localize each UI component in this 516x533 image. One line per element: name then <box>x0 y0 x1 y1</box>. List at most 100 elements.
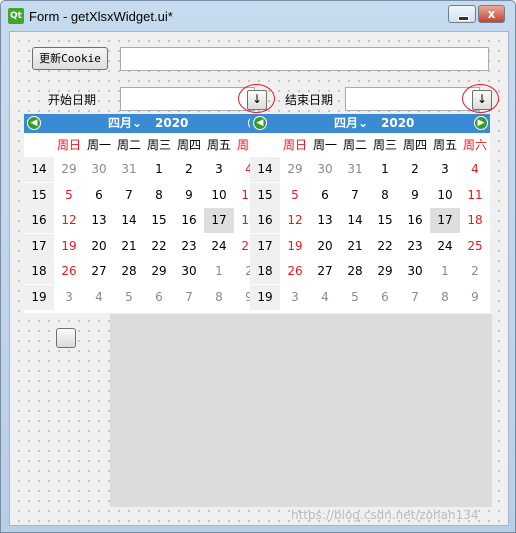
day-cell[interactable]: 29 <box>280 157 310 182</box>
day-cell[interactable]: 8 <box>144 183 174 208</box>
day-cell[interactable]: 7 <box>400 285 430 310</box>
day-cell[interactable]: 29 <box>54 157 84 182</box>
day-cell[interactable]: 9 <box>460 285 490 310</box>
day-cell[interactable]: 29 <box>144 259 174 284</box>
cookie-input[interactable] <box>120 47 489 71</box>
day-cell[interactable]: 4 <box>310 285 340 310</box>
day-cell[interactable]: 30 <box>84 157 114 182</box>
month-selector[interactable]: 四月⌄ <box>334 116 368 131</box>
day-cell[interactable]: 14 <box>340 208 370 233</box>
day-cell[interactable]: 2 <box>234 259 250 284</box>
day-cell[interactable]: 5 <box>54 183 84 208</box>
prev-month-icon[interactable]: ◀ <box>27 116 41 130</box>
day-cell[interactable]: 21 <box>340 234 370 259</box>
day-cell[interactable]: 3 <box>54 285 84 310</box>
day-cell[interactable]: 8 <box>430 285 460 310</box>
day-cell[interactable]: 1 <box>430 259 460 284</box>
day-cell[interactable]: 23 <box>400 234 430 259</box>
day-cell[interactable]: 30 <box>400 259 430 284</box>
day-cell[interactable]: 6 <box>84 183 114 208</box>
day-cell[interactable]: 2 <box>174 157 204 182</box>
day-cell[interactable]: 17 <box>430 208 460 233</box>
day-cell[interactable]: 7 <box>174 285 204 310</box>
prev-month-icon[interactable]: ◀ <box>253 116 267 130</box>
day-cell[interactable]: 22 <box>370 234 400 259</box>
day-cell[interactable]: 26 <box>280 259 310 284</box>
day-cell[interactable]: 6 <box>144 285 174 310</box>
day-cell[interactable]: 2 <box>460 259 490 284</box>
day-cell[interactable]: 12 <box>280 208 310 233</box>
start-date-input[interactable] <box>120 87 255 111</box>
day-cell[interactable]: 16 <box>400 208 430 233</box>
day-cell[interactable]: 15 <box>144 208 174 233</box>
weekday-header: 周三 <box>146 138 171 152</box>
day-cell[interactable]: 20 <box>84 234 114 259</box>
minimize-button[interactable] <box>448 5 476 23</box>
day-cell[interactable]: 9 <box>174 183 204 208</box>
day-cell[interactable]: 30 <box>174 259 204 284</box>
day-cell[interactable]: 3 <box>204 157 234 182</box>
day-cell[interactable]: 6 <box>310 183 340 208</box>
day-cell[interactable]: 3 <box>280 285 310 310</box>
day-cell[interactable]: 4 <box>460 157 490 182</box>
day-cell[interactable]: 10 <box>204 183 234 208</box>
day-cell[interactable]: 11 <box>460 183 490 208</box>
next-month-icon[interactable]: ▶ <box>474 116 488 130</box>
day-cell[interactable]: 31 <box>114 157 144 182</box>
day-cell[interactable]: 4 <box>84 285 114 310</box>
day-cell[interactable]: 18 <box>234 208 250 233</box>
day-cell[interactable]: 13 <box>310 208 340 233</box>
day-cell[interactable]: 8 <box>370 183 400 208</box>
day-cell[interactable]: 29 <box>370 259 400 284</box>
refresh-cookie-button[interactable]: 更新Cookie <box>32 47 108 70</box>
day-cell[interactable]: 27 <box>310 259 340 284</box>
day-cell[interactable]: 28 <box>340 259 370 284</box>
day-cell[interactable]: 24 <box>430 234 460 259</box>
day-cell[interactable]: 14 <box>114 208 144 233</box>
day-cell[interactable]: 21 <box>114 234 144 259</box>
day-cell[interactable]: 31 <box>340 157 370 182</box>
day-cell[interactable]: 27 <box>84 259 114 284</box>
day-cell[interactable]: 16 <box>174 208 204 233</box>
day-cell[interactable]: 9 <box>400 183 430 208</box>
day-cell[interactable]: 15 <box>370 208 400 233</box>
day-cell[interactable]: 6 <box>370 285 400 310</box>
day-cell[interactable]: 19 <box>280 234 310 259</box>
day-cell[interactable]: 23 <box>174 234 204 259</box>
month-selector[interactable]: 四月⌄ <box>108 116 142 131</box>
day-cell[interactable]: 25 <box>234 234 250 259</box>
day-cell[interactable]: 24 <box>204 234 234 259</box>
day-cell[interactable]: 10 <box>430 183 460 208</box>
day-cell[interactable]: 26 <box>54 259 84 284</box>
day-cell[interactable]: 4 <box>234 157 250 182</box>
day-cell[interactable]: 22 <box>144 234 174 259</box>
output-panel <box>110 314 492 507</box>
close-button[interactable]: x <box>478 5 505 23</box>
year-label[interactable]: 2020 <box>381 116 414 131</box>
checkbox[interactable] <box>56 328 76 348</box>
day-cell[interactable]: 9 <box>234 285 250 310</box>
day-cell[interactable]: 19 <box>54 234 84 259</box>
day-cell[interactable]: 25 <box>460 234 490 259</box>
day-cell[interactable]: 5 <box>280 183 310 208</box>
day-cell[interactable]: 12 <box>54 208 84 233</box>
day-cell[interactable]: 1 <box>144 157 174 182</box>
day-cell[interactable]: 18 <box>460 208 490 233</box>
day-cell[interactable]: 2 <box>400 157 430 182</box>
day-cell[interactable]: 1 <box>204 259 234 284</box>
year-label[interactable]: 2020 <box>155 116 188 131</box>
day-cell[interactable]: 1 <box>370 157 400 182</box>
day-cell[interactable]: 8 <box>204 285 234 310</box>
day-cell[interactable]: 11 <box>234 183 250 208</box>
day-cell[interactable]: 28 <box>114 259 144 284</box>
day-cell[interactable]: 5 <box>340 285 370 310</box>
day-cell[interactable]: 7 <box>340 183 370 208</box>
end-date-input[interactable] <box>345 87 480 111</box>
day-cell[interactable]: 17 <box>204 208 234 233</box>
day-cell[interactable]: 20 <box>310 234 340 259</box>
day-cell[interactable]: 30 <box>310 157 340 182</box>
day-cell[interactable]: 5 <box>114 285 144 310</box>
day-cell[interactable]: 3 <box>430 157 460 182</box>
day-cell[interactable]: 13 <box>84 208 114 233</box>
day-cell[interactable]: 7 <box>114 183 144 208</box>
